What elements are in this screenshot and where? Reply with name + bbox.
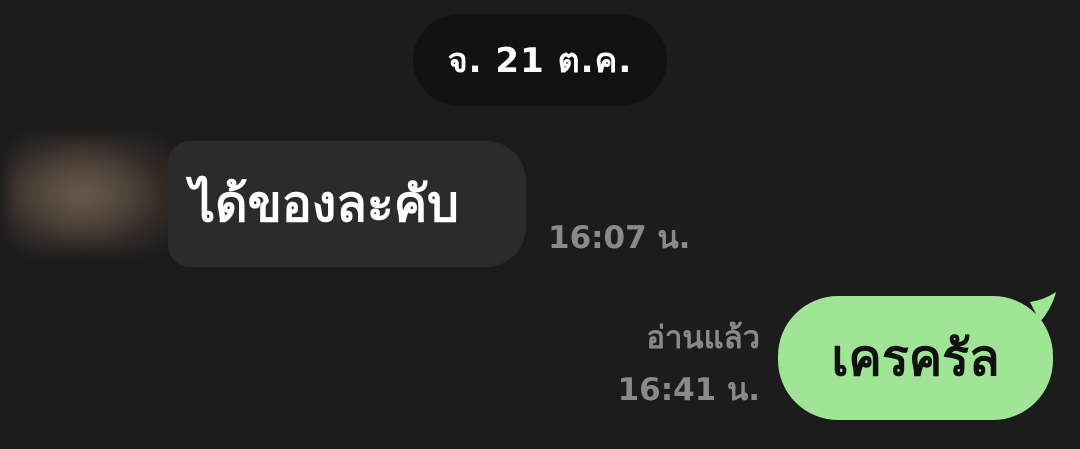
incoming-message-bubble[interactable]: ได้ของละคับ — [168, 141, 526, 267]
sender-avatar[interactable] — [6, 134, 176, 254]
outgoing-message-text: เครครัล — [831, 328, 1000, 387]
read-receipt: อ่านแล้ว — [646, 320, 760, 356]
outgoing-message-bubble[interactable]: เครครัล — [778, 296, 1053, 420]
date-separator-label: จ. 21 ต.ค. — [447, 41, 633, 81]
incoming-message-time: 16:07 น. — [548, 220, 691, 256]
date-separator: จ. 21 ต.ค. — [413, 14, 667, 106]
outgoing-message-meta: อ่านแล้ว 16:41 น. — [618, 312, 760, 416]
outgoing-message-time: 16:41 น. — [617, 372, 760, 408]
incoming-message-text: ได้ของละคับ — [190, 174, 459, 233]
